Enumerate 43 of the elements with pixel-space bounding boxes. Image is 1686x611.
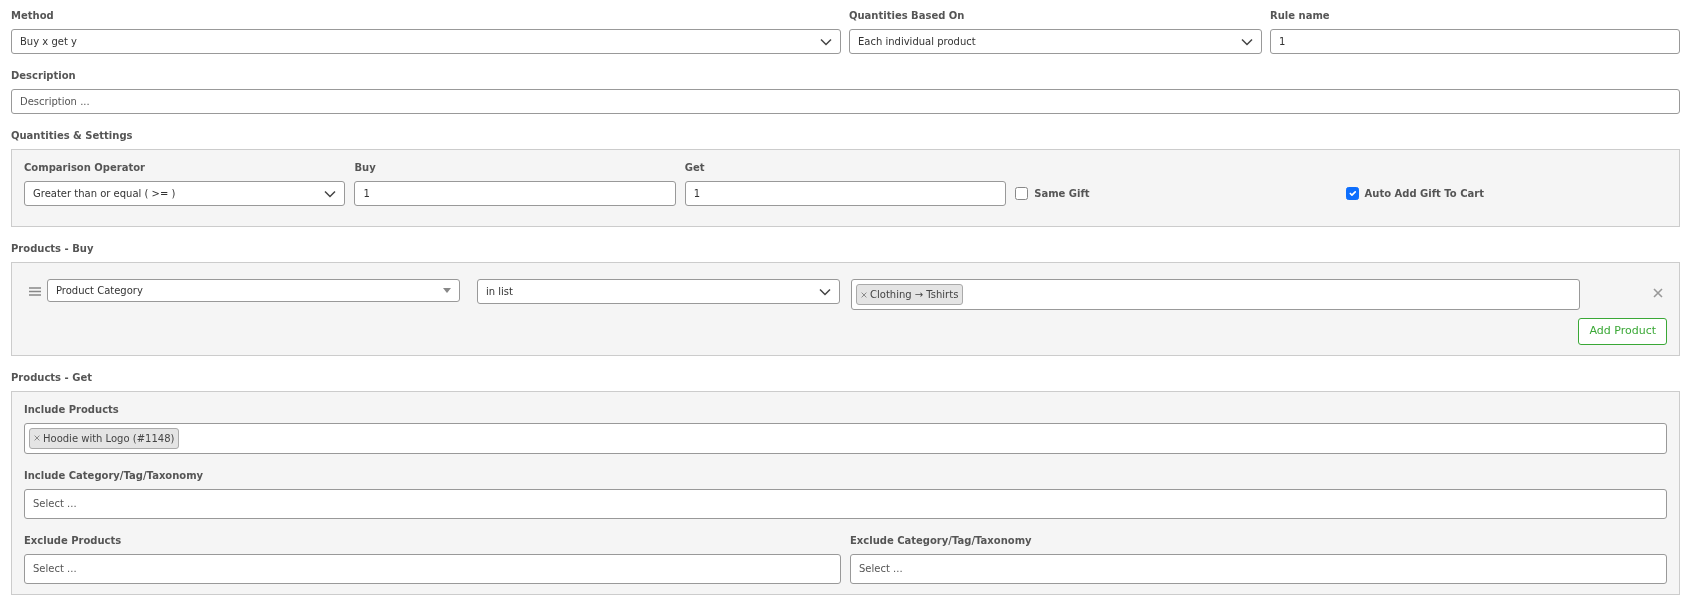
tag-select-field[interactable]: Clothing → Tshirts — [851, 279, 1580, 310]
multi-select-field[interactable]: Hoodie with Logo (#1148) — [24, 422, 1667, 454]
field-label: Buy — [354, 161, 376, 175]
field-label: Get — [684, 161, 705, 175]
field-label: Quantities & Settings — [11, 129, 133, 143]
field-label: Include Products — [24, 402, 119, 417]
selected-tag[interactable]: Clothing → Tshirts — [856, 284, 964, 305]
close-icon[interactable] — [861, 291, 867, 298]
checkbox[interactable] — [1345, 187, 1359, 200]
chevron-down-icon — [819, 287, 831, 296]
text-input[interactable]: 1 — [1270, 29, 1680, 54]
dropdown-select[interactable]: Product Category — [47, 279, 460, 302]
description-input[interactable]: Description ... — [11, 89, 1680, 114]
close-icon[interactable] — [34, 435, 40, 441]
selected-tag[interactable]: Hoodie with Logo (#1148) — [29, 427, 180, 449]
checkbox[interactable] — [1015, 187, 1029, 200]
dropdown-select[interactable]: Each individual product — [849, 29, 1262, 54]
multi-select-field[interactable]: Select ... — [24, 553, 841, 584]
field-label: Products - Buy — [11, 242, 94, 256]
field-label: Comparison Operator — [24, 161, 146, 175]
field-label: Quantities Based On — [849, 9, 965, 23]
field-label: Include Category/Tag/Taxonomy — [24, 468, 204, 483]
number-input[interactable]: 1 — [684, 181, 1007, 206]
chevron-down-icon — [820, 37, 832, 46]
caret-icon — [443, 288, 451, 293]
chevron-down-icon — [1241, 37, 1253, 46]
field-label: Products - Get — [11, 370, 92, 385]
field-label: Method — [11, 9, 54, 23]
dropdown-select[interactable]: Greater than or equal ( >= ) — [24, 181, 346, 206]
drag-handle-icon[interactable] — [29, 287, 41, 296]
checkbox-label: Auto Add Gift To Cart — [1364, 187, 1484, 201]
remove-icon[interactable] — [1653, 288, 1663, 298]
multi-select-field[interactable]: Select ... — [24, 488, 1667, 519]
dropdown-select[interactable]: in list — [477, 279, 840, 304]
field-label: Rule name — [1270, 9, 1330, 23]
field-label: Exclude Category/Tag/Taxonomy — [850, 533, 1032, 548]
field-label: Description — [11, 69, 76, 83]
field-label: Exclude Products — [24, 533, 122, 548]
chevron-down-icon — [324, 189, 337, 198]
multi-select-field[interactable]: Select ... — [850, 553, 1667, 584]
dropdown-select[interactable]: Buy x get y — [11, 29, 841, 54]
checkbox-label: Same Gift — [1034, 187, 1090, 201]
number-input[interactable]: 1 — [354, 181, 676, 206]
